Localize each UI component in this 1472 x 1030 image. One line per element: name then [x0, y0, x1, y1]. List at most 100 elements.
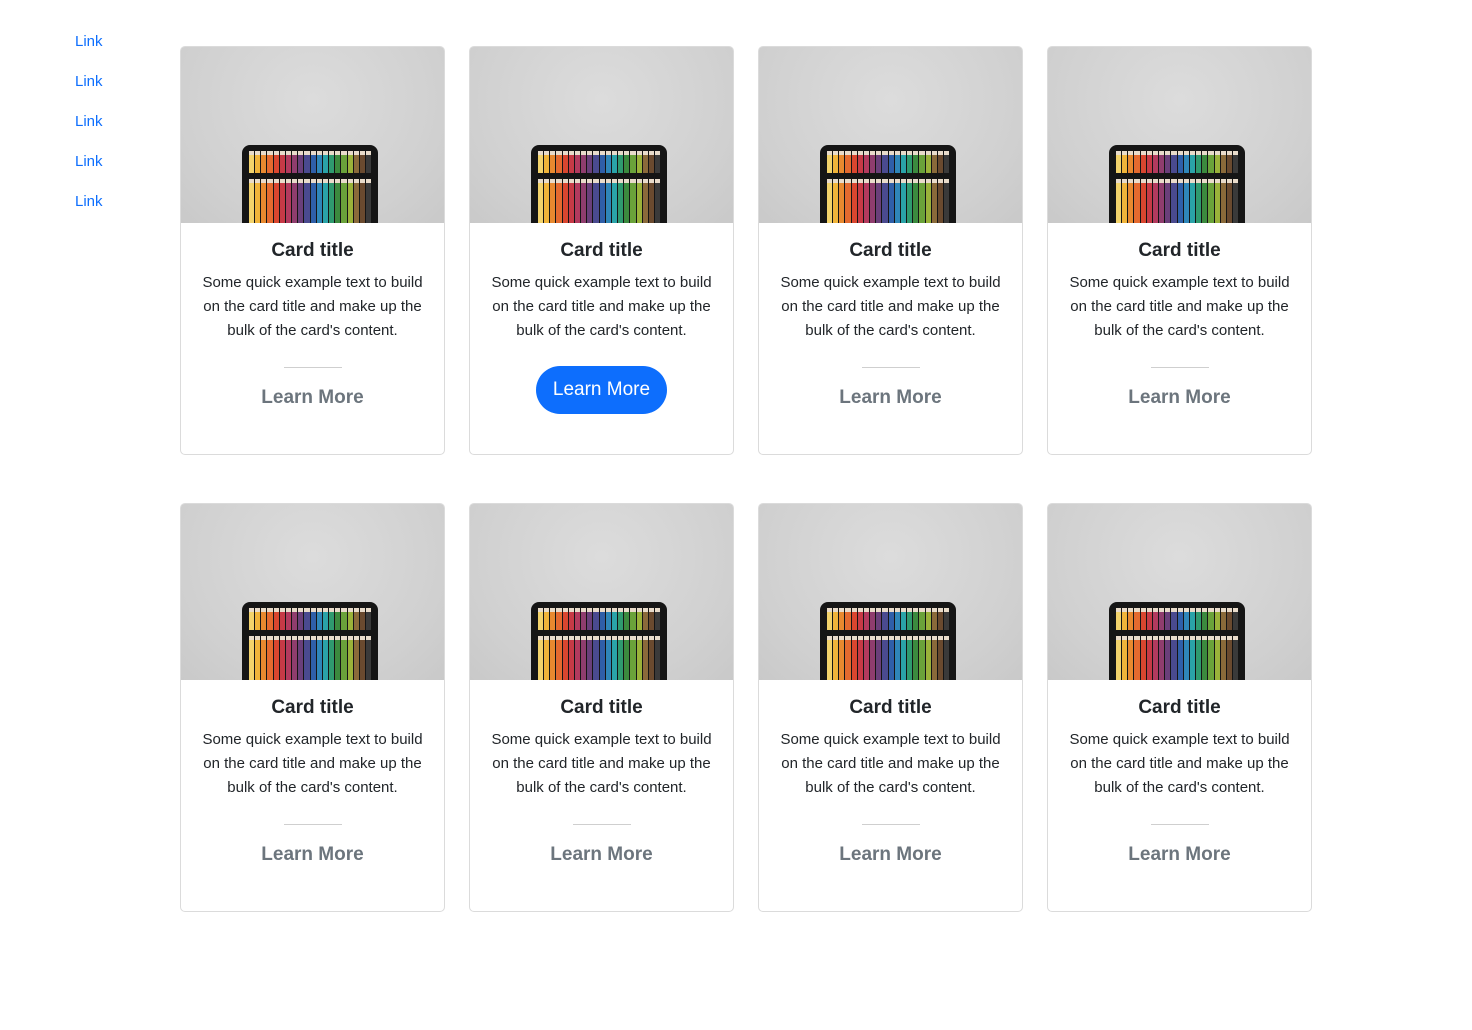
pencil [267, 179, 273, 223]
pencil [574, 179, 581, 223]
pencil [943, 179, 950, 223]
pencil-row [249, 608, 372, 630]
pencil [894, 179, 900, 223]
pencil [1208, 608, 1214, 630]
pencil [931, 608, 937, 630]
pencil [943, 608, 950, 630]
learn-more-link[interactable]: Learn More [550, 843, 652, 867]
pencil [630, 608, 636, 630]
pencil [1220, 151, 1226, 173]
pencil [1134, 179, 1140, 223]
card-text: Some quick example text to build on the … [780, 274, 1001, 339]
sidebar-link-4[interactable]: Link [75, 152, 103, 192]
pencil [298, 179, 304, 223]
pencil [919, 151, 925, 173]
pencil [611, 179, 618, 223]
pencil [937, 179, 943, 223]
sidebar-link-3[interactable]: Link [75, 112, 103, 152]
pencil [1232, 179, 1239, 223]
pencil [353, 636, 359, 680]
card-body: Card title Some quick example text to bu… [470, 223, 733, 414]
pencil [1165, 151, 1171, 173]
pencil-tray-image [531, 602, 667, 680]
pencil [1146, 608, 1152, 630]
card-text: Some quick example text to build on the … [1069, 731, 1290, 796]
card: Card title Some quick example text to bu… [1047, 503, 1312, 912]
pencil [1152, 179, 1159, 223]
pencil [1134, 608, 1140, 630]
pencil [365, 608, 372, 630]
pencil [888, 151, 894, 173]
pencil [316, 179, 322, 223]
pencil [341, 151, 347, 173]
pencil [1134, 636, 1140, 680]
pencil [882, 179, 888, 223]
pencil [1226, 151, 1232, 173]
learn-more-link[interactable]: Learn More [261, 843, 363, 867]
pencil [857, 636, 863, 680]
pencil-tray-image [242, 602, 378, 680]
pencil [937, 636, 943, 680]
pencil [851, 151, 857, 173]
pencil [827, 608, 833, 630]
card-grid: Card title Some quick example text to bu… [180, 46, 1312, 960]
pencil [279, 608, 285, 630]
pencil [1171, 151, 1177, 173]
pencil [1183, 151, 1189, 173]
learn-more-link[interactable]: Learn More [839, 843, 941, 867]
pencil [255, 151, 261, 173]
pencil [1128, 179, 1134, 223]
card: Card title Some quick example text to bu… [469, 503, 734, 912]
card-divider [1150, 367, 1209, 368]
pencil [544, 608, 550, 630]
learn-more-link[interactable]: Learn More [1128, 843, 1230, 867]
pencil [882, 636, 888, 680]
pencil-row [538, 636, 661, 680]
pencil [907, 179, 913, 223]
pencil [556, 608, 562, 630]
pencil [1159, 151, 1165, 173]
pencil [587, 179, 593, 223]
learn-more-button[interactable]: Learn More [535, 366, 668, 414]
pencil [636, 151, 642, 173]
pencil [882, 151, 888, 173]
card-image [470, 47, 733, 223]
pencil [1152, 151, 1159, 173]
pencil-tray-image [242, 145, 378, 223]
pencil [605, 151, 611, 173]
pencil [1122, 179, 1128, 223]
pencil [642, 179, 648, 223]
pencil [538, 151, 544, 173]
card-title: Card title [560, 240, 643, 261]
pencil [876, 608, 882, 630]
pencil [267, 636, 273, 680]
sidebar-link-5[interactable]: Link [75, 192, 103, 232]
pencil [1202, 636, 1208, 680]
pencil [544, 636, 550, 680]
learn-more-link[interactable]: Learn More [261, 386, 363, 410]
pencil [876, 179, 882, 223]
pencil [1171, 636, 1177, 680]
pencil [341, 636, 347, 680]
pencil [267, 608, 273, 630]
pencil [913, 151, 919, 173]
learn-more-link[interactable]: Learn More [1128, 386, 1230, 410]
sidebar-link-1[interactable]: Link [75, 32, 103, 72]
pencil [845, 179, 851, 223]
pencil [353, 179, 359, 223]
pencil [900, 179, 907, 223]
pencil-row [1116, 608, 1239, 630]
pencil [605, 179, 611, 223]
learn-more-link[interactable]: Learn More [839, 386, 941, 410]
pencil [593, 179, 599, 223]
pencil [261, 608, 267, 630]
pencil [550, 608, 556, 630]
pencil [839, 179, 845, 223]
sidebar-link-2[interactable]: Link [75, 72, 103, 112]
pencil [285, 179, 292, 223]
pencil [839, 636, 845, 680]
pencil [1146, 179, 1152, 223]
card-divider [283, 367, 342, 368]
pencil [322, 179, 329, 223]
pencil-row [538, 608, 661, 630]
